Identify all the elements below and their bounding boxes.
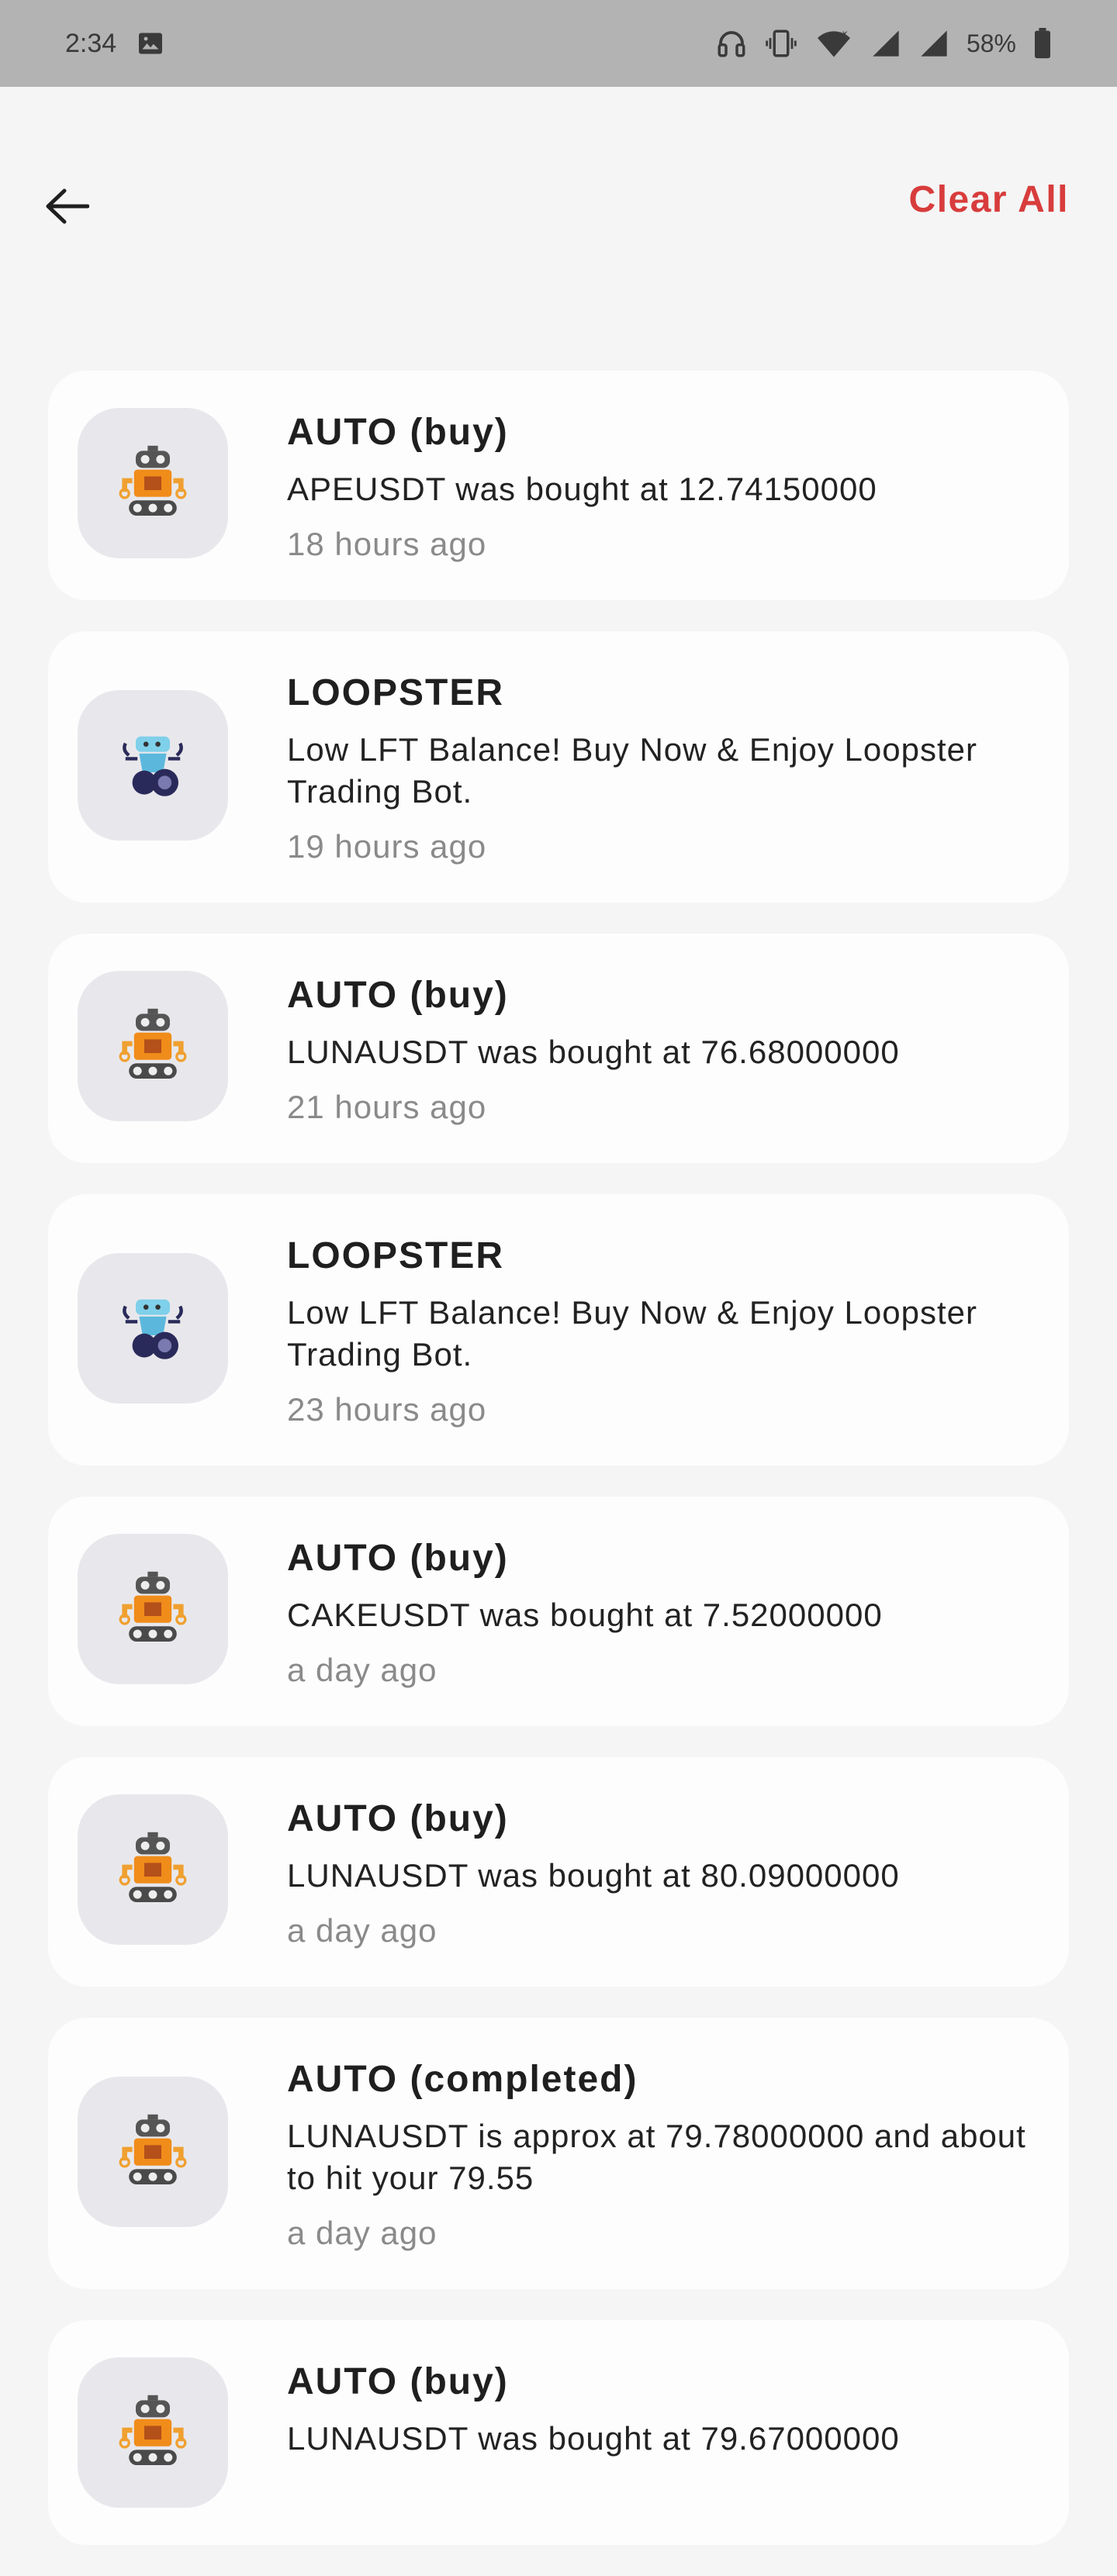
avatar: [78, 408, 228, 558]
notification-message: CAKEUSDT was bought at 7.52000000: [287, 1597, 883, 1633]
orange-robot-icon: [110, 2388, 195, 2478]
headphones-icon: [715, 27, 748, 60]
orange-robot-icon: [110, 2108, 195, 2197]
notification-message: Low LFT Balance! Buy Now & Enjoy Loopste…: [287, 731, 978, 810]
status-time: 2:34: [65, 28, 117, 58]
notification-title: LOOPSTER: [287, 1235, 505, 1276]
orange-robot-icon: [110, 439, 195, 528]
avatar: [78, 690, 228, 841]
notification-message: LUNAUSDT is approx at 79.78000000 and ab…: [287, 2118, 1026, 2196]
avatar: [78, 1794, 228, 1945]
avatar: [78, 971, 228, 1121]
notification-title: AUTO (buy): [287, 1538, 509, 1579]
avatar: [78, 1534, 228, 1684]
notification-card[interactable]: AUTO (completed) LUNAUSDT is approx at 7…: [48, 2018, 1069, 2289]
notification-title: LOOPSTER: [287, 672, 505, 713]
notification-time: a day ago: [287, 1652, 437, 1688]
notification-message: LUNAUSDT was bought at 80.09000000: [287, 1857, 900, 1894]
notification-card[interactable]: AUTO (buy) CAKEUSDT was bought at 7.5200…: [48, 1497, 1069, 1726]
notification-card[interactable]: LOOPSTER Low LFT Balance! Buy Now & Enjo…: [48, 631, 1069, 903]
notification-time: 19 hours ago: [287, 828, 487, 865]
notification-time: 18 hours ago: [287, 526, 487, 562]
notification-title: AUTO (buy): [287, 1798, 509, 1839]
battery-percent: 58%: [966, 29, 1016, 57]
notification-card[interactable]: AUTO (buy) LUNAUSDT was bought at 79.670…: [48, 2320, 1069, 2545]
wifi-icon: x: [814, 27, 853, 60]
image-icon: [137, 29, 164, 57]
signal-icon: [870, 28, 901, 59]
orange-robot-icon: [110, 1825, 195, 1915]
notification-card[interactable]: AUTO (buy) APEUSDT was bought at 12.7415…: [48, 371, 1069, 600]
notification-time: 21 hours ago: [287, 1089, 487, 1125]
blue-robot-icon: [110, 721, 195, 810]
notification-message: LUNAUSDT was bought at 79.67000000: [287, 2420, 900, 2457]
notification-time: a day ago: [287, 1912, 437, 1949]
blue-robot-icon: [110, 1284, 195, 1373]
vibrate-icon: [765, 27, 797, 60]
status-bar: 2:34 x 58%: [0, 0, 1117, 87]
notification-title: AUTO (buy): [287, 2361, 509, 2402]
battery-icon: [1033, 28, 1052, 59]
header: Clear All: [0, 87, 1117, 327]
notification-message: APEUSDT was bought at 12.74150000: [287, 471, 877, 507]
notification-title: AUTO (completed): [287, 2059, 638, 2100]
orange-robot-icon: [110, 1002, 195, 1091]
svg-text:x: x: [842, 28, 847, 39]
avatar: [78, 2357, 228, 2508]
avatar: [78, 2077, 228, 2227]
notification-list: AUTO (buy) APEUSDT was bought at 12.7415…: [48, 371, 1069, 2576]
notification-title: AUTO (buy): [287, 412, 509, 453]
clear-all-button[interactable]: Clear All: [909, 178, 1069, 221]
arrow-left-icon: [44, 188, 90, 228]
notification-card[interactable]: LOOPSTER Low LFT Balance! Buy Now & Enjo…: [48, 1194, 1069, 1466]
back-button[interactable]: [42, 183, 92, 233]
notification-time: 23 hours ago: [287, 1391, 487, 1428]
signal-icon: [918, 28, 949, 59]
notification-time: a day ago: [287, 2215, 437, 2251]
orange-robot-icon: [110, 1565, 195, 1654]
notification-message: LUNAUSDT was bought at 76.68000000: [287, 1034, 900, 1070]
notification-card[interactable]: AUTO (buy) LUNAUSDT was bought at 76.680…: [48, 934, 1069, 1163]
avatar: [78, 1253, 228, 1404]
notification-card[interactable]: AUTO (buy) LUNAUSDT was bought at 80.090…: [48, 1757, 1069, 1987]
notification-message: Low LFT Balance! Buy Now & Enjoy Loopste…: [287, 1294, 978, 1373]
notification-title: AUTO (buy): [287, 975, 509, 1016]
